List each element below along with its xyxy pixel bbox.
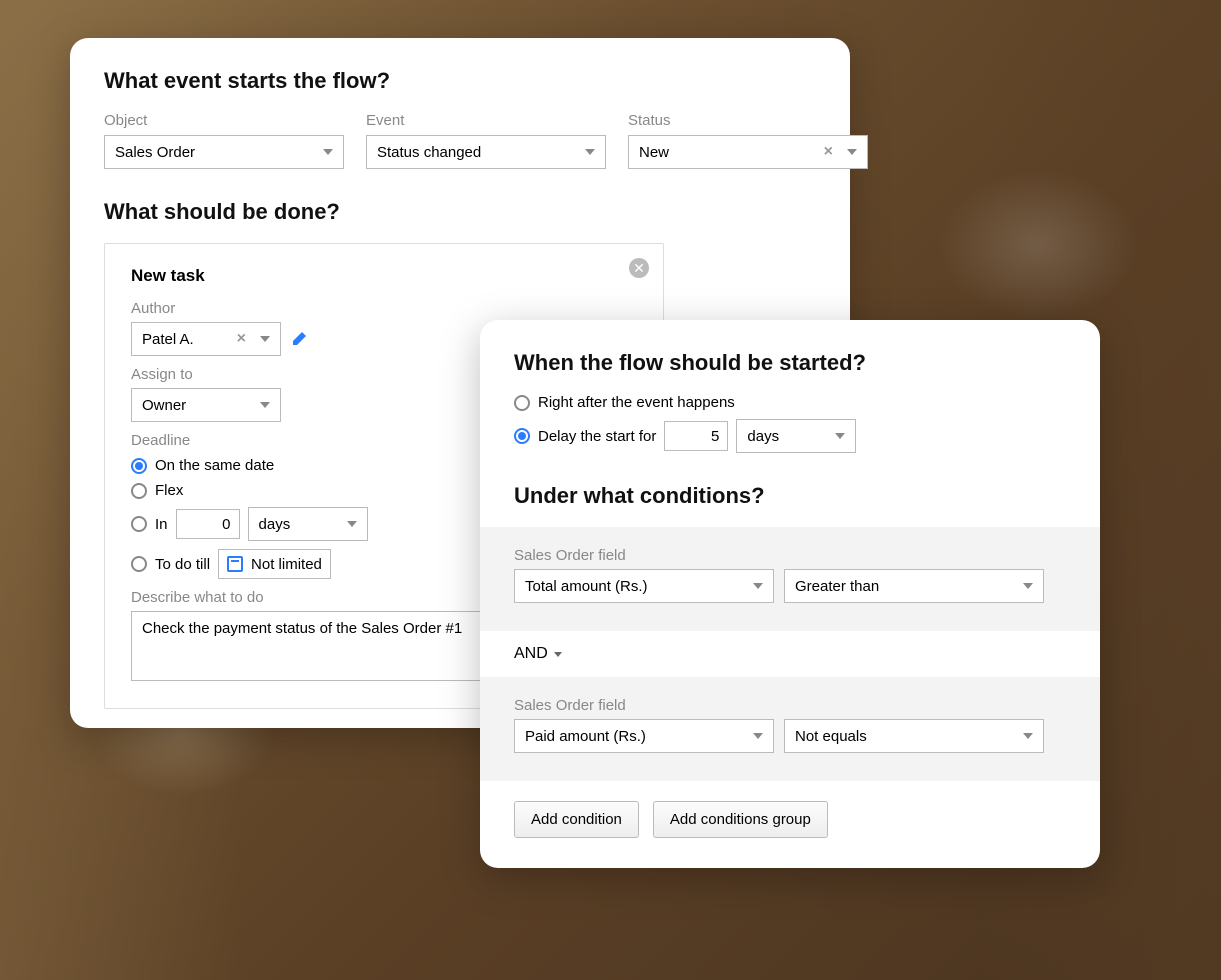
condition-buttons: Add condition Add conditions group xyxy=(514,801,1066,838)
chevron-down-icon xyxy=(753,733,763,739)
assign-select[interactable]: Owner xyxy=(131,388,281,422)
event-select[interactable]: Status changed xyxy=(366,135,606,169)
cond2-field-select[interactable]: Paid amount (Rs.) xyxy=(514,719,774,753)
cond1-op-select[interactable]: Greater than xyxy=(784,569,1044,603)
cond2-op-value: Not equals xyxy=(795,728,867,745)
author-label: Author xyxy=(131,300,637,317)
cond2-op-select[interactable]: Not equals xyxy=(784,719,1044,753)
close-icon: ✕ xyxy=(633,260,645,277)
chevron-down-icon xyxy=(260,336,270,342)
status-value: New xyxy=(639,144,669,161)
event-field: Event Status changed xyxy=(366,112,606,169)
event-row: Object Sales Order Event Status changed … xyxy=(104,112,816,169)
cond2-field-value: Paid amount (Rs.) xyxy=(525,728,646,745)
pencil-icon[interactable] xyxy=(291,331,307,347)
radio-icon xyxy=(131,516,147,532)
radio-icon xyxy=(131,556,147,572)
cond-field-label: Sales Order field xyxy=(514,547,1066,564)
status-field: Status New × xyxy=(628,112,868,169)
event-value: Status changed xyxy=(377,144,481,161)
deadline-till-label: To do till xyxy=(155,556,210,573)
logic-operator-select[interactable]: AND xyxy=(514,631,1066,677)
radio-icon xyxy=(514,395,530,411)
option-delay[interactable]: Delay the start for days xyxy=(514,419,1066,453)
radio-icon xyxy=(514,428,530,444)
heading-should-be-done: What should be done? xyxy=(104,199,816,225)
radio-icon xyxy=(131,483,147,499)
add-condition-button[interactable]: Add condition xyxy=(514,801,639,838)
condition-block-2: Sales Order field Paid amount (Rs.) Not … xyxy=(480,677,1100,781)
cond1-field-value: Total amount (Rs.) xyxy=(525,578,648,595)
chevron-down-icon xyxy=(260,402,270,408)
author-select[interactable]: Patel A. × xyxy=(131,322,281,356)
object-label: Object xyxy=(104,112,344,129)
object-field: Object Sales Order xyxy=(104,112,344,169)
object-value: Sales Order xyxy=(115,144,195,161)
assign-value: Owner xyxy=(142,397,186,414)
author-value: Patel A. xyxy=(142,331,194,348)
cond1-op-value: Greater than xyxy=(795,578,879,595)
event-label: Event xyxy=(366,112,606,129)
deadline-in-unit-select[interactable]: days xyxy=(248,507,368,541)
right-after-label: Right after the event happens xyxy=(538,394,735,411)
chevron-down-icon xyxy=(1023,733,1033,739)
chevron-down-icon xyxy=(585,149,595,155)
chevron-down-icon xyxy=(554,652,562,657)
calendar-icon xyxy=(227,556,243,572)
delay-label: Delay the start for xyxy=(538,428,656,445)
deadline-till-value: Not limited xyxy=(251,556,322,573)
status-select[interactable]: New × xyxy=(628,135,868,169)
heading-when-started: When the flow should be started? xyxy=(514,350,1066,376)
object-select[interactable]: Sales Order xyxy=(104,135,344,169)
flow-timing-card: When the flow should be started? Right a… xyxy=(480,320,1100,868)
chevron-down-icon xyxy=(347,521,357,527)
deadline-in-value[interactable] xyxy=(176,509,240,539)
heading-conditions: Under what conditions? xyxy=(514,483,1066,509)
deadline-flex-label: Flex xyxy=(155,482,183,499)
cond-field-label-2: Sales Order field xyxy=(514,697,1066,714)
close-task-button[interactable]: ✕ xyxy=(629,258,649,278)
task-title: New task xyxy=(131,266,637,286)
chevron-down-icon xyxy=(847,149,857,155)
clear-icon[interactable]: × xyxy=(237,330,246,348)
condition-block-1: Sales Order field Total amount (Rs.) Gre… xyxy=(480,527,1100,631)
chevron-down-icon xyxy=(753,583,763,589)
cond1-field-select[interactable]: Total amount (Rs.) xyxy=(514,569,774,603)
option-right-after[interactable]: Right after the event happens xyxy=(514,394,1066,411)
radio-icon xyxy=(131,458,147,474)
delay-unit-select[interactable]: days xyxy=(736,419,856,453)
deadline-same-label: On the same date xyxy=(155,457,274,474)
chevron-down-icon xyxy=(1023,583,1033,589)
deadline-till-date[interactable]: Not limited xyxy=(218,549,331,579)
status-label: Status xyxy=(628,112,868,129)
deadline-in-unit: days xyxy=(259,516,291,533)
and-label: AND xyxy=(514,645,548,663)
chevron-down-icon xyxy=(835,433,845,439)
delay-value-input[interactable] xyxy=(664,421,728,451)
delay-unit: days xyxy=(747,428,779,445)
deadline-in-label: In xyxy=(155,516,168,533)
heading-event-starts: What event starts the flow? xyxy=(104,68,816,94)
chevron-down-icon xyxy=(323,149,333,155)
clear-icon[interactable]: × xyxy=(824,143,833,161)
add-conditions-group-button[interactable]: Add conditions group xyxy=(653,801,828,838)
